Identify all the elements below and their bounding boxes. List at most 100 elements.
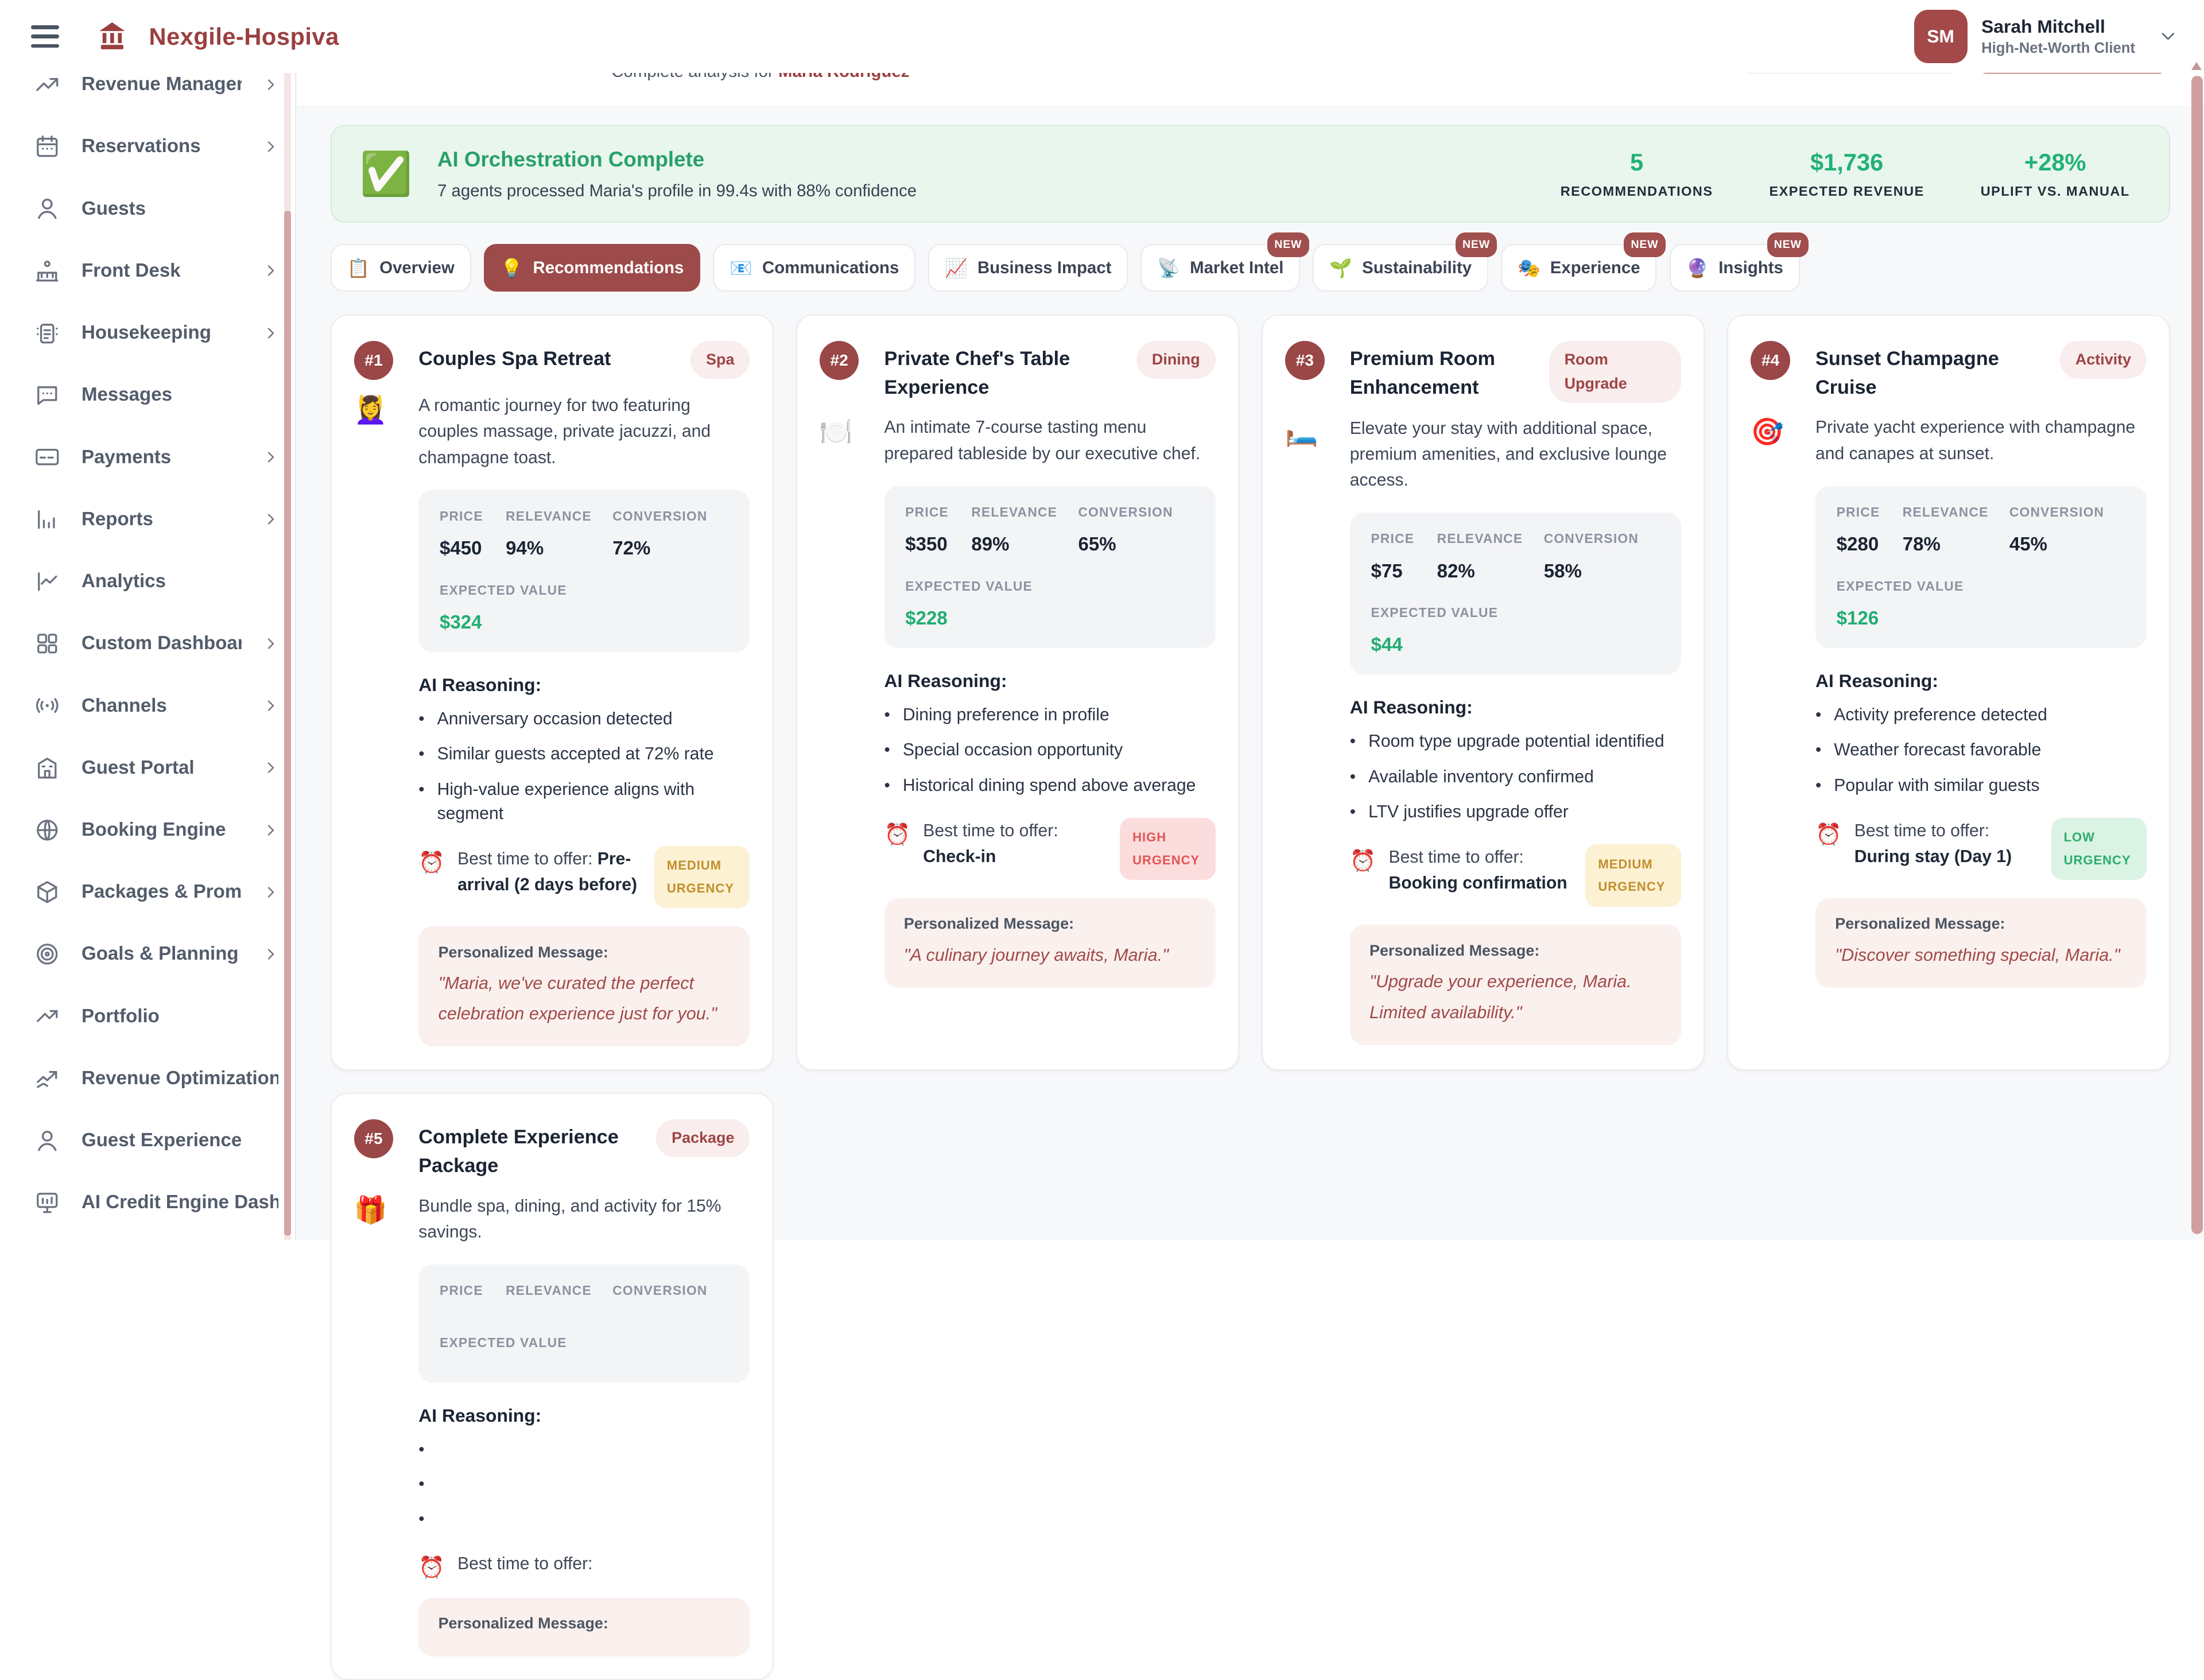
optimization-icon bbox=[34, 1065, 61, 1092]
avatar[interactable]: SM bbox=[1914, 10, 1968, 63]
sidebar-scrollbar-thumb[interactable] bbox=[284, 211, 291, 1235]
scrollbar-up-arrow[interactable] bbox=[2191, 62, 2202, 70]
new-badge: NEW bbox=[1456, 232, 1497, 257]
card-body: 🎁 Bundle spa, dining, and activity for 1… bbox=[354, 1188, 750, 1656]
relevance-value: 82% bbox=[1437, 561, 1544, 583]
alarm-clock-icon: ⏰ bbox=[1350, 844, 1376, 873]
metrics-panel: PRICE$350 RELEVANCE89% CONVERSION65% EXP… bbox=[884, 486, 1216, 648]
recommendation-card: #5 Complete Experience Package Package 🎁… bbox=[331, 1093, 774, 1680]
tab-recommendations[interactable]: 💡 Recommendations bbox=[484, 244, 700, 292]
card-header: #5 Complete Experience Package Package bbox=[354, 1116, 750, 1181]
ai-reasoning-title: AI Reasoning: bbox=[884, 670, 1216, 692]
tab-communications[interactable]: 📧 Communications bbox=[713, 244, 915, 292]
sidebar-item-revenue-optimization[interactable]: Revenue Optimization bbox=[0, 1047, 295, 1109]
card-body: 🎯 Private yacht experience with champagn… bbox=[1751, 409, 2147, 988]
tab-experience[interactable]: 🎭 Experience NEW bbox=[1501, 244, 1656, 292]
urgency-badge: LOW URGENCY bbox=[2051, 818, 2147, 880]
user-name: Sarah Mitchell bbox=[1981, 16, 2135, 37]
ai-reasoning-title: AI Reasoning: bbox=[418, 674, 750, 696]
urgency-badge bbox=[654, 1551, 750, 1568]
metrics-panel: PRICE$450 RELEVANCE94% CONVERSION72% EXP… bbox=[418, 490, 750, 652]
alarm-clock-icon: ⏰ bbox=[1815, 818, 1842, 847]
recommendation-card: #3 Premium Room Enhancement Room Upgrade… bbox=[1262, 315, 1705, 1070]
sidebar-item-revenue-manager[interactable]: Revenue Manager bbox=[0, 73, 295, 115]
sidebar-item-channels[interactable]: Channels bbox=[0, 674, 295, 736]
conversion-label: CONVERSION bbox=[612, 509, 728, 524]
rank-badge: #2 bbox=[820, 341, 859, 381]
sidebar-item-payments[interactable]: Payments bbox=[0, 426, 295, 488]
email-icon: 📧 bbox=[730, 257, 752, 279]
sidebar-item-ai-credit-engine[interactable]: AI Credit Engine Dash bbox=[0, 1171, 295, 1233]
chevron-right-icon bbox=[263, 139, 278, 154]
personalized-message-label: Personalized Message: bbox=[904, 915, 1196, 933]
top-bar: Nexgile-Hospiva SM Sarah Mitchell High-N… bbox=[0, 0, 2204, 73]
expected-value: $324 bbox=[440, 612, 729, 634]
personalized-message-text: "Maria, we've curated the perfect celebr… bbox=[439, 968, 731, 1030]
page-scrollbar-thumb[interactable] bbox=[2191, 76, 2203, 1234]
price-label: PRICE bbox=[905, 505, 971, 520]
rank-badge: #3 bbox=[1285, 341, 1325, 381]
sidebar-item-housekeeping[interactable]: Housekeeping bbox=[0, 302, 295, 364]
conversion-value: 65% bbox=[1078, 534, 1194, 556]
category-tag: Spa bbox=[690, 341, 750, 379]
personalized-message-label: Personalized Message: bbox=[1369, 942, 1662, 960]
sidebar-item-front-desk[interactable]: Front Desk bbox=[0, 240, 295, 302]
status-banner: ✅ AI Orchestration Complete 7 agents pro… bbox=[331, 125, 2171, 223]
sidebar-item-portfolio[interactable]: Portfolio bbox=[0, 986, 295, 1047]
desk-icon bbox=[34, 258, 61, 285]
metrics-panel: PRICE$280 RELEVANCE78% CONVERSION45% EXP… bbox=[1815, 486, 2147, 648]
stat-recommendations: 5 RECOMMENDATIONS bbox=[1561, 149, 1713, 199]
tab-business-impact[interactable]: 📈 Business Impact bbox=[928, 244, 1128, 292]
tab-overview[interactable]: 📋 Overview bbox=[331, 244, 471, 292]
ai-reasoning-title: AI Reasoning: bbox=[1815, 670, 2147, 692]
calendar-icon bbox=[34, 133, 61, 160]
price-value: $280 bbox=[1837, 534, 1903, 556]
urgency-badge: HIGH URGENCY bbox=[1120, 818, 1216, 880]
reasoning-bullet bbox=[418, 1472, 750, 1496]
personalized-message-box: Personalized Message: "Discover somethin… bbox=[1815, 898, 2147, 988]
sidebar-item-custom-dashboard[interactable]: Custom Dashboard bbox=[0, 612, 295, 674]
sidebar-item-goals-planning[interactable]: Goals & Planning bbox=[0, 923, 295, 985]
sidebar-item-guest-portal[interactable]: Guest Portal bbox=[0, 737, 295, 799]
expected-value-label: EXPECTED VALUE bbox=[440, 1335, 729, 1351]
menu-icon[interactable] bbox=[25, 20, 65, 53]
sidebar-item-analytics[interactable]: Analytics bbox=[0, 550, 295, 612]
stat-uplift: +28% UPLIFT VS. MANUAL bbox=[1981, 149, 2130, 199]
chevron-right-icon bbox=[263, 511, 278, 527]
card-emoji-icon: 💆‍♀️ bbox=[354, 387, 402, 1046]
tab-market-intel[interactable]: 📡 Market Intel NEW bbox=[1140, 244, 1300, 292]
reasoning-bullet bbox=[418, 1507, 750, 1531]
sidebar-item-reports[interactable]: Reports bbox=[0, 488, 295, 550]
chevron-down-icon[interactable] bbox=[2158, 26, 2179, 47]
brand-area: Nexgile-Hospiva bbox=[25, 20, 339, 53]
sidebar-item-reservations[interactable]: Reservations bbox=[0, 115, 295, 177]
alarm-clock-icon: ⏰ bbox=[418, 1551, 445, 1580]
personalized-message-label: Personalized Message: bbox=[1835, 915, 2127, 933]
sidebar-item-guests[interactable]: Guests bbox=[0, 178, 295, 240]
sidebar-item-messages[interactable]: Messages bbox=[0, 364, 295, 426]
sidebar-item-guest-experience[interactable]: Guest Experience bbox=[0, 1109, 295, 1171]
brand-bank-icon bbox=[95, 20, 129, 53]
trending-icon bbox=[34, 73, 61, 98]
category-tag: Activity bbox=[2060, 341, 2147, 379]
best-time-row: ⏰ Best time to offer: Check-in HIGH URGE… bbox=[884, 818, 1216, 880]
personalized-message-label: Personalized Message: bbox=[439, 1615, 731, 1632]
expected-value: $44 bbox=[1371, 634, 1660, 656]
best-time-text: Best time to offer: During stay (Day 1) bbox=[1854, 818, 2039, 870]
reasoning-bullet: Room type upgrade potential identified bbox=[1350, 730, 1681, 754]
tab-insights[interactable]: 🔮 Insights NEW bbox=[1670, 244, 1800, 292]
conversion-value: 58% bbox=[1544, 561, 1660, 583]
sidebar-item-packages-promotions[interactable]: Packages & Promotions bbox=[0, 861, 295, 923]
card-title: Premium Room Enhancement bbox=[1350, 338, 1532, 402]
sidebar-item-booking-engine[interactable]: Booking Engine bbox=[0, 799, 295, 861]
user-menu[interactable]: SM Sarah Mitchell High-Net-Worth Client bbox=[1914, 10, 2179, 63]
chevron-right-icon bbox=[263, 77, 278, 92]
user-meta: Sarah Mitchell High-Net-Worth Client bbox=[1981, 16, 2135, 57]
expected-value-label: EXPECTED VALUE bbox=[1837, 579, 2126, 594]
main-area: ← Back to Orchestration AI Orchestration… bbox=[297, 0, 2204, 1680]
tab-sustainability[interactable]: 🌱 Sustainability NEW bbox=[1313, 244, 1488, 292]
relevance-label: RELEVANCE bbox=[971, 505, 1078, 520]
bar-chart-icon bbox=[34, 506, 61, 533]
broadcast-icon bbox=[34, 692, 61, 719]
relevance-label: RELEVANCE bbox=[1903, 505, 2009, 520]
